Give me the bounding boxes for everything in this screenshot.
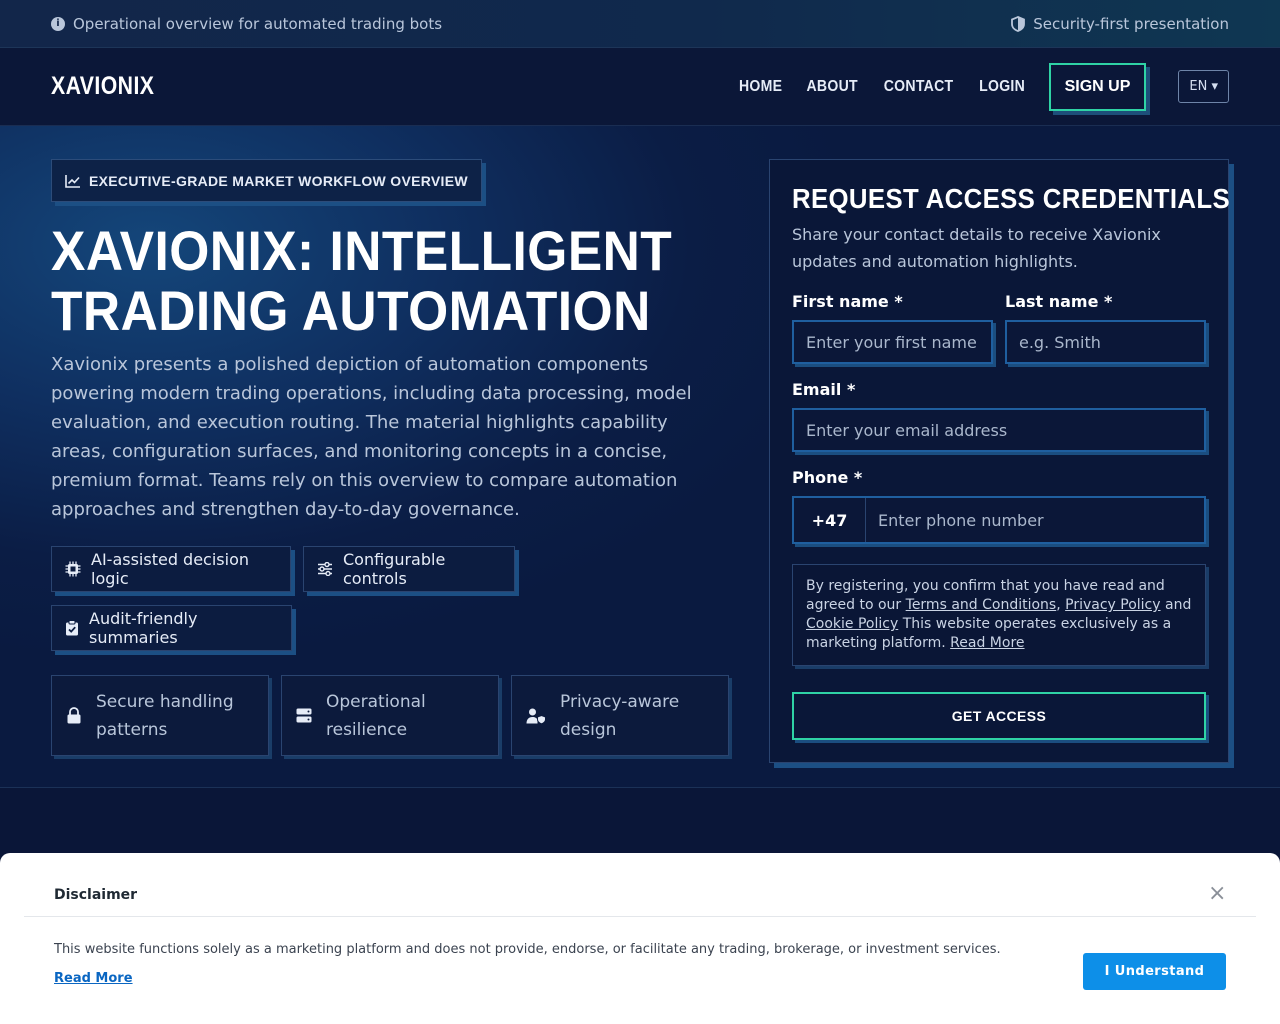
server-icon	[296, 708, 312, 723]
access-form-card: REQUEST ACCESS CREDENTIALS Share your co…	[769, 159, 1230, 763]
overview-text: Operational overview for automated tradi…	[73, 14, 443, 33]
security-note: Security-first presentation	[1011, 15, 1229, 33]
feature-label: Privacy-aware design	[560, 691, 680, 740]
chip-configurable: Configurable controls	[303, 546, 515, 592]
nav-about[interactable]: ABOUT	[806, 78, 857, 96]
consent-box: By registering, you confirm that you hav…	[792, 564, 1206, 666]
disclaimer-banner: Disclaimer × This website functions sole…	[0, 853, 1280, 1024]
chip-label: AI-assisted decision logic	[91, 550, 250, 588]
email-input[interactable]	[792, 408, 1206, 452]
info-icon: i	[51, 16, 65, 31]
first-name-input[interactable]	[792, 320, 993, 364]
close-icon[interactable]: ×	[1208, 883, 1226, 905]
security-text: Security-first presentation	[1033, 14, 1229, 33]
get-access-button[interactable]: GET ACCESS	[792, 692, 1206, 740]
form-title: REQUEST ACCESS CREDENTIALS	[792, 183, 1230, 214]
user-shield-icon	[526, 708, 546, 724]
lock-icon	[66, 707, 82, 724]
nav-home[interactable]: HOME	[739, 78, 782, 96]
feature-privacy: Privacy-aware design	[511, 675, 729, 756]
read-more-link[interactable]: Read More	[950, 635, 1024, 651]
badge-text: EXECUTIVE-GRADE MARKET WORKFLOW OVERVIEW	[89, 172, 468, 189]
phone-label: Phone *	[792, 468, 863, 487]
feature-resilience: Operational resilience	[281, 675, 499, 756]
phone-input[interactable]	[866, 498, 1204, 542]
chart-line-icon	[65, 174, 81, 188]
form-subtitle: Share your contact details to receive Xa…	[792, 225, 1161, 271]
consent-and: and	[1160, 597, 1192, 613]
shield-icon	[1011, 15, 1026, 32]
hero-section: EXECUTIVE-GRADE MARKET WORKFLOW OVERVIEW…	[0, 126, 1280, 788]
understand-button[interactable]: I Understand	[1083, 953, 1226, 990]
chip-label: Audit-friendly summaries	[89, 609, 198, 647]
chip-label: Configurable controls	[343, 550, 446, 588]
hero-description: Xavionix presents a polished depiction o…	[51, 354, 692, 520]
hero-title: XAVIONIX: INTELLIGENT TRADING AUTOMATION	[51, 219, 673, 342]
overview-note: i Operational overview for automated tra…	[51, 15, 442, 33]
feature-secure: Secure handling patterns	[51, 675, 269, 756]
nav-contact[interactable]: CONTACT	[884, 78, 954, 96]
email-label: Email *	[792, 380, 856, 399]
chip-icon	[65, 561, 81, 577]
top-info-bar: i Operational overview for automated tra…	[0, 0, 1280, 48]
hero-badge: EXECUTIVE-GRADE MARKET WORKFLOW OVERVIEW	[51, 159, 482, 202]
main-nav: XAVIONIX HOME ABOUT CONTACT LOGIN SIGN U…	[0, 48, 1280, 126]
clipboard-check-icon	[65, 620, 79, 636]
disclaimer-text: This website functions solely as a marke…	[54, 942, 1001, 957]
last-name-input[interactable]	[1005, 320, 1206, 364]
phone-field: +47	[792, 496, 1206, 544]
terms-link[interactable]: Terms and Conditions	[906, 597, 1057, 613]
feature-label: Secure handling patterns	[96, 691, 234, 740]
nav-login[interactable]: LOGIN	[980, 78, 1026, 96]
sliders-icon	[317, 562, 333, 576]
last-name-label: Last name *	[1005, 292, 1113, 311]
logo[interactable]: XAVIONIX	[51, 72, 154, 101]
privacy-link[interactable]: Privacy Policy	[1065, 597, 1160, 613]
disclaimer-read-more[interactable]: Read More	[54, 971, 133, 986]
chip-audit: Audit-friendly summaries	[51, 605, 292, 651]
divider	[24, 916, 1256, 917]
phone-country-code[interactable]: +47	[794, 498, 866, 542]
feature-label: Operational resilience	[326, 691, 426, 740]
chip-ai-logic: AI-assisted decision logic	[51, 546, 291, 592]
consent-sep: ,	[1056, 597, 1066, 613]
nav-links: HOME ABOUT CONTACT LOGIN SIGN UP EN ▾	[736, 62, 1229, 111]
first-name-label: First name *	[792, 292, 903, 311]
signup-button[interactable]: SIGN UP	[1048, 62, 1147, 111]
cookie-link[interactable]: Cookie Policy	[806, 616, 898, 632]
disclaimer-title: Disclaimer	[54, 887, 138, 903]
language-select[interactable]: EN ▾	[1178, 70, 1229, 103]
